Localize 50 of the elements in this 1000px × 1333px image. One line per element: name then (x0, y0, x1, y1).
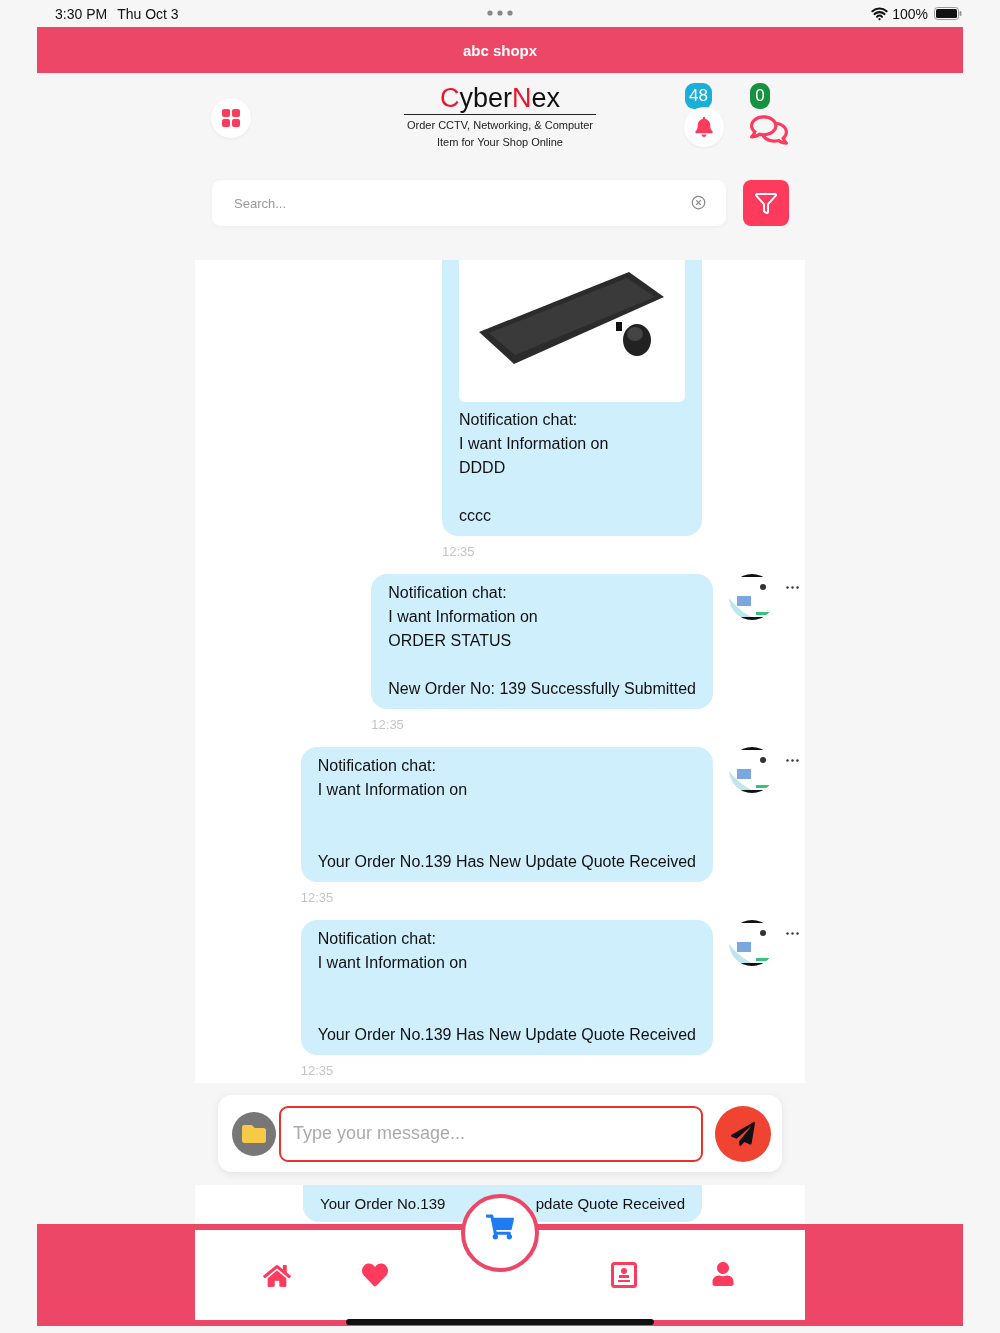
more-icon[interactable] (786, 759, 799, 762)
user-icon[interactable] (711, 1262, 735, 1286)
message-text: Notification chat: (317, 929, 437, 949)
brand-tagline: Order CCTV, Networking, & Computer Item for Your Shop Online (406, 118, 593, 150)
message-input[interactable]: Type your message... (279, 1105, 703, 1162)
menu-button[interactable] (211, 98, 251, 138)
message-text: Notification chat: (317, 756, 437, 776)
message-text: ORDER STATUS (388, 631, 513, 651)
filter-icon (754, 191, 778, 215)
wifi-icon (871, 5, 889, 22)
message-text: cccc (459, 506, 492, 526)
message-text: DDDD (459, 458, 507, 478)
message-text: pdate Quote Received (535, 1195, 685, 1212)
message-time: 12:35 (300, 889, 334, 907)
app-title: abc shopx (462, 41, 538, 59)
search-field[interactable]: Search... (212, 180, 726, 226)
filter-button[interactable] (743, 180, 789, 226)
bell-icon (694, 117, 714, 137)
contact-card-icon[interactable] (611, 1262, 637, 1288)
message-text: I want Information on (388, 607, 539, 627)
more-icon[interactable] (786, 932, 799, 935)
notification-count: 48 (685, 83, 712, 109)
heart-icon[interactable] (362, 1262, 388, 1288)
message-text: I want Information on (459, 434, 610, 454)
send-icon (731, 1121, 755, 1146)
message-text: Your Order No.139 Has New Update Quote Received (317, 852, 696, 872)
multitask-icon[interactable] (487, 10, 513, 16)
attach-button[interactable] (232, 1111, 276, 1156)
status-date: Thu Oct 3 (117, 5, 179, 22)
message-text: Notification chat: (459, 410, 579, 430)
message-text: New Order No: 139 Successfully Submitted (388, 679, 696, 699)
grid-icon (222, 109, 240, 127)
message-time: 12:35 (442, 543, 475, 561)
message-time: 12:35 (371, 716, 404, 734)
home-icon[interactable] (263, 1262, 291, 1290)
more-icon[interactable] (786, 586, 799, 589)
status-time: 3:30 PM (55, 5, 108, 22)
battery-icon (934, 7, 962, 20)
battery-level: 100% (892, 5, 928, 22)
message-count: 0 (750, 83, 770, 109)
clear-icon[interactable] (691, 195, 706, 210)
message-time: 12:35 (300, 1062, 334, 1080)
brand-logo: CyberNex (404, 83, 596, 115)
notifications-button[interactable] (684, 107, 724, 147)
message-text: I want Information on (317, 953, 469, 973)
message-text: Your Order No.139 Has New Update Quote Received (317, 1025, 696, 1045)
message-text: Your Order No.139 (320, 1195, 446, 1212)
cart-icon (486, 1213, 514, 1241)
message-text: Notification chat: (388, 583, 508, 603)
message-text: I want Information on (317, 780, 469, 800)
